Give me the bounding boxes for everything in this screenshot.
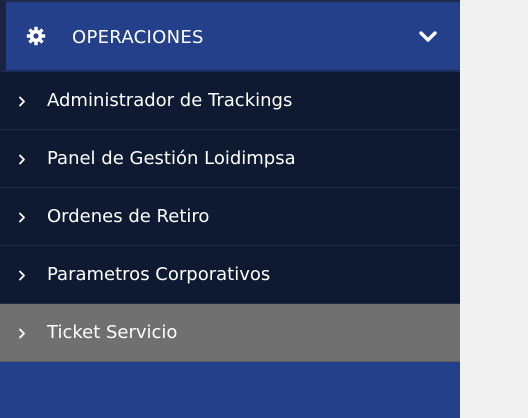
- chevron-down-icon[interactable]: [418, 30, 438, 44]
- gear-icon: [26, 26, 46, 46]
- menu-item-label: Parametros Corporativos: [47, 264, 271, 285]
- menu-item-panel-de-gestion-loidimpsa[interactable]: Panel de Gestión Loidimpsa: [0, 130, 460, 188]
- chevron-right-icon: [19, 212, 25, 223]
- submenu-list: Administrador de Trackings Panel de Gest…: [0, 72, 460, 362]
- menu-item-parametros-corporativos[interactable]: Parametros Corporativos: [0, 246, 460, 304]
- sidebar: OPERACIONES Administrador de Trackings P…: [0, 0, 460, 418]
- menu-item-ordenes-de-retiro[interactable]: Ordenes de Retiro: [0, 188, 460, 246]
- chevron-right-icon: [19, 96, 25, 107]
- menu-item-label: Ticket Servicio: [47, 322, 178, 343]
- menu-item-label: Panel de Gestión Loidimpsa: [47, 148, 296, 169]
- next-section-band[interactable]: [0, 366, 460, 418]
- section-title: OPERACIONES: [72, 27, 204, 48]
- chevron-right-icon: [19, 154, 25, 165]
- chevron-right-icon: [19, 270, 25, 281]
- menu-item-ticket-servicio[interactable]: Ticket Servicio: [0, 304, 460, 362]
- content-area: [460, 0, 528, 418]
- menu-item-administrador-de-trackings[interactable]: Administrador de Trackings: [0, 72, 460, 130]
- menu-item-label: Ordenes de Retiro: [47, 206, 210, 227]
- menu-item-label: Administrador de Trackings: [47, 90, 293, 111]
- section-header-operaciones[interactable]: OPERACIONES: [0, 0, 460, 72]
- chevron-right-icon: [19, 328, 25, 339]
